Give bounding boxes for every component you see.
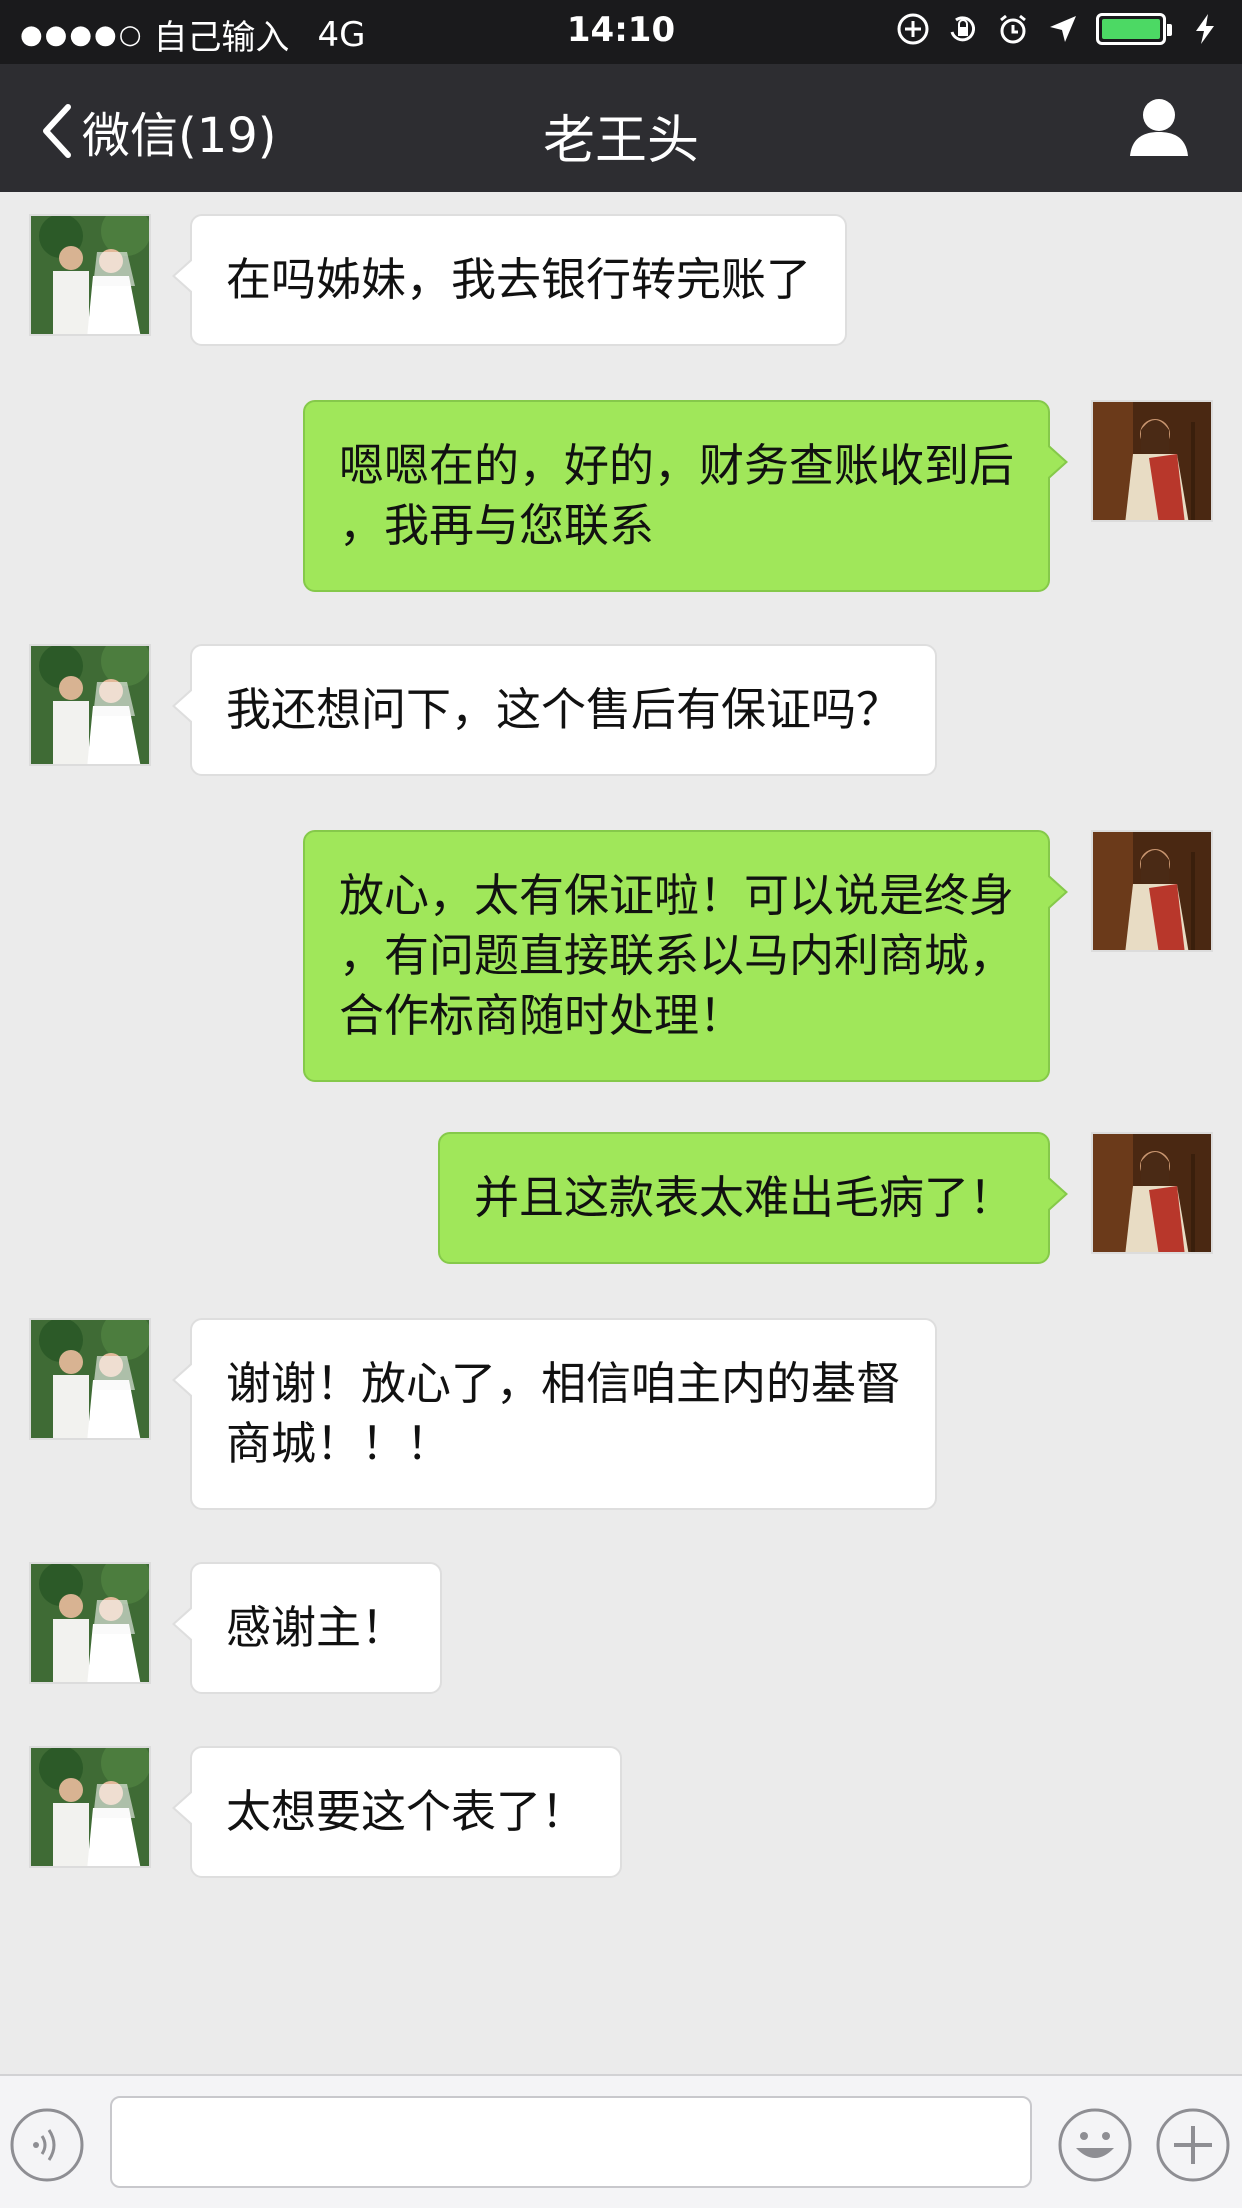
couple-photo-icon (31, 1564, 149, 1682)
battery-indicator (1096, 13, 1172, 45)
outgoing-message-bubble[interactable]: 放心，太有保证啦！可以说是终身 ，有问题直接联系以马内利商城， 合作标商随时处理… (302, 830, 1069, 1082)
incoming-message-bubble[interactable]: 我还想问下，这个售后有保证吗？ (171, 644, 938, 776)
contact-avatar[interactable] (29, 1318, 151, 1440)
incoming-message-bubble[interactable]: 谢谢！放心了，相信咱主内的基督 商城！！！ (171, 1318, 938, 1510)
couple-photo-icon (31, 1748, 149, 1866)
my-avatar[interactable] (1091, 830, 1213, 952)
contact-avatar[interactable] (29, 1562, 151, 1684)
incoming-message-bubble[interactable]: 在吗姊妹，我去银行转完账了 (171, 214, 848, 346)
incoming-message-bubble[interactable]: 太想要这个表了！ (171, 1746, 623, 1878)
contact-avatar[interactable] (29, 1746, 151, 1868)
voice-icon[interactable] (8, 2106, 86, 2184)
outgoing-message-bubble[interactable]: 嗯嗯在的，好的，财务查账收到后 ，我再与您联系 (302, 400, 1069, 592)
couple-photo-icon (31, 646, 149, 764)
my-avatar[interactable] (1091, 1132, 1213, 1254)
wechat-chat-screen: ●●●●○ 自己输入 4G 14:10 微信(19) 老王头 在吗姊妹，我去银行… (0, 0, 1242, 2208)
incoming-message-bubble[interactable]: 感谢主！ (171, 1562, 443, 1694)
portrait-painting-icon (1093, 1134, 1211, 1252)
portrait-painting-icon (1093, 832, 1211, 950)
battery-fill (1102, 19, 1160, 39)
message-input[interactable] (110, 2096, 1032, 2188)
status-bar: ●●●●○ 自己输入 4G 14:10 (0, 0, 1242, 64)
location-icon (1050, 16, 1076, 42)
emoji-icon[interactable] (1056, 2106, 1134, 2184)
couple-photo-icon (31, 1320, 149, 1438)
couple-photo-icon (31, 216, 149, 334)
chat-title: 老王头 (542, 111, 699, 171)
message-list[interactable]: 在吗姊妹，我去银行转完账了 嗯嗯在的，好的，财务查账收到后 ，我再与您联系 我还… (0, 192, 1242, 2074)
charging-icon (1196, 14, 1214, 44)
profile-icon[interactable] (1126, 94, 1192, 160)
portrait-painting-icon (1093, 402, 1211, 520)
navigation-bar: 微信(19) 老王头 (0, 64, 1242, 192)
alarm-icon (1000, 14, 1026, 44)
contact-avatar[interactable] (29, 214, 151, 336)
input-toolbar (0, 2074, 1242, 2208)
plus-icon[interactable] (1154, 2106, 1232, 2184)
sync-icon (897, 13, 929, 45)
outgoing-message-bubble[interactable]: 并且这款表太难出毛病了！ (437, 1132, 1069, 1264)
my-avatar[interactable] (1091, 400, 1213, 522)
contact-avatar[interactable] (29, 644, 151, 766)
lock-rotation-icon (950, 16, 976, 42)
